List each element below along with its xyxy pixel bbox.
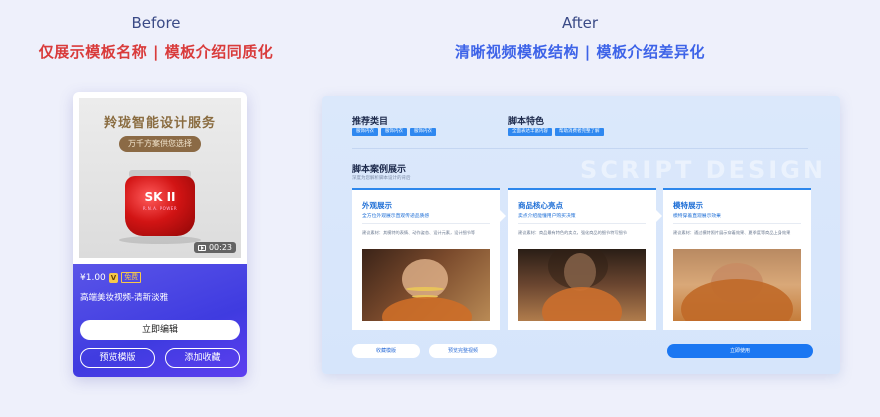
recommend-tag[interactable]: 服饰内衣 [381, 128, 407, 136]
ad-title: 羚珑智能设计服务 [103, 116, 216, 131]
template-card[interactable]: 羚珑智能设计服务 万千方案供您选择 SK II R.N.A. POWER 00:… [73, 92, 247, 377]
free-badge: 免费 [121, 272, 142, 283]
product-shadow [119, 236, 201, 244]
step-tip: 建议素材：商品最有特色的卖点，强化商品的细节特写细节 [518, 230, 627, 235]
step-desc: 卖点介绍能懂用户购买决策 [518, 214, 576, 219]
edit-button[interactable]: 立即编辑 [80, 320, 240, 340]
feature-tag: 帮助消费者完整了解 [555, 128, 604, 136]
script-title: 脚本案例展示 [352, 165, 407, 175]
step-divider [362, 223, 490, 224]
use-now-button[interactable]: 立即使用 [667, 344, 813, 358]
step-example-image [518, 249, 646, 321]
step-divider [518, 223, 646, 224]
after-heading-block: After 清晰视频模板结构 | 模板介绍差异化 [380, 14, 780, 62]
script-step-card: 外观展示 全方位外观展示直观传递品质感 建议素材：其模特的表情、动作姿态、设计元… [352, 188, 506, 330]
before-subheading: 仅展示模板名称 | 模板介绍同质化 [38, 43, 274, 61]
step-title: 模特展示 [673, 201, 703, 210]
card-footer: ¥1.00 V 免费 高端美妆视频-清新淡雅 立即编辑 预览模版 添加收藏 [73, 264, 247, 377]
step-title: 外观展示 [362, 201, 392, 210]
step-desc: 模特穿着直观展示效果 [673, 214, 721, 219]
step-title: 商品核心亮点 [518, 201, 563, 210]
product-jar-image: SK II R.N.A. POWER [125, 176, 195, 236]
step-desc: 全方位外观展示直观传递品质感 [362, 214, 430, 219]
recommend-title: 推荐类目 [352, 117, 389, 127]
product-brand: SK II [144, 190, 176, 204]
step-example-image [362, 249, 490, 321]
video-icon [197, 244, 206, 251]
favorite-template-button[interactable]: 收藏模版 [352, 344, 420, 358]
after-subheading: 清晰视频模板结构 | 模板介绍差异化 [455, 43, 705, 61]
features-title: 脚本特色 [508, 117, 545, 127]
step-tip: 建议素材：通过模特照片展示穿着效果、夏季度等商品上身效果 [673, 230, 791, 235]
feature-tag: 全面表达丰富内容 [508, 128, 552, 136]
section-divider [352, 148, 808, 149]
template-detail-panel: 推荐类目 服饰内衣 服饰内衣 服饰内衣 脚本特色 全面表达丰富内容 帮助消费者完… [322, 96, 840, 374]
price: ¥1.00 [80, 272, 106, 283]
preview-template-button[interactable]: 预览模版 [80, 348, 155, 368]
duration-text: 00:23 [208, 243, 232, 252]
template-name: 高端美妆视频-清新淡雅 [80, 293, 169, 303]
preview-full-video-button[interactable]: 预览完整视频 [429, 344, 497, 358]
watermark: SCRIPT DESIGN [580, 156, 826, 184]
step-divider [673, 223, 801, 224]
script-step-card: 模特展示 模特穿着直观展示效果 建议素材：通过模特照片展示穿着效果、夏季度等商品… [663, 188, 811, 330]
recommend-tag[interactable]: 服饰内衣 [352, 128, 378, 136]
feature-tags: 全面表达丰富内容 帮助消费者完整了解 [508, 128, 604, 136]
step-tip: 建议素材：其模特的表情、动作姿态、设计元素，设计细节等 [362, 230, 476, 235]
recommend-tag[interactable]: 服饰内衣 [410, 128, 436, 136]
step-example-image [673, 249, 801, 321]
price-row: ¥1.00 V 免费 [80, 272, 142, 283]
product-sub: R.N.A. POWER [142, 206, 178, 211]
after-label: After [561, 14, 599, 32]
ad-pill: 万千方案供您选择 [119, 136, 201, 152]
recommend-tags: 服饰内衣 服饰内衣 服饰内衣 [352, 128, 436, 136]
vip-badge: V [108, 272, 119, 283]
before-heading-block: Before 仅展示模板名称 | 模板介绍同质化 [0, 14, 312, 62]
duration-badge: 00:23 [193, 242, 236, 253]
script-subtitle: 深度为您解析脚本设计的背后 [352, 176, 411, 181]
add-favorite-button[interactable]: 添加收藏 [165, 348, 240, 368]
video-thumbnail[interactable]: 羚珑智能设计服务 万千方案供您选择 SK II R.N.A. POWER 00:… [79, 98, 241, 258]
script-step-card: 商品核心亮点 卖点介绍能懂用户购买决策 建议素材：商品最有特色的卖点，强化商品的… [508, 188, 662, 330]
before-label: Before [131, 14, 181, 32]
